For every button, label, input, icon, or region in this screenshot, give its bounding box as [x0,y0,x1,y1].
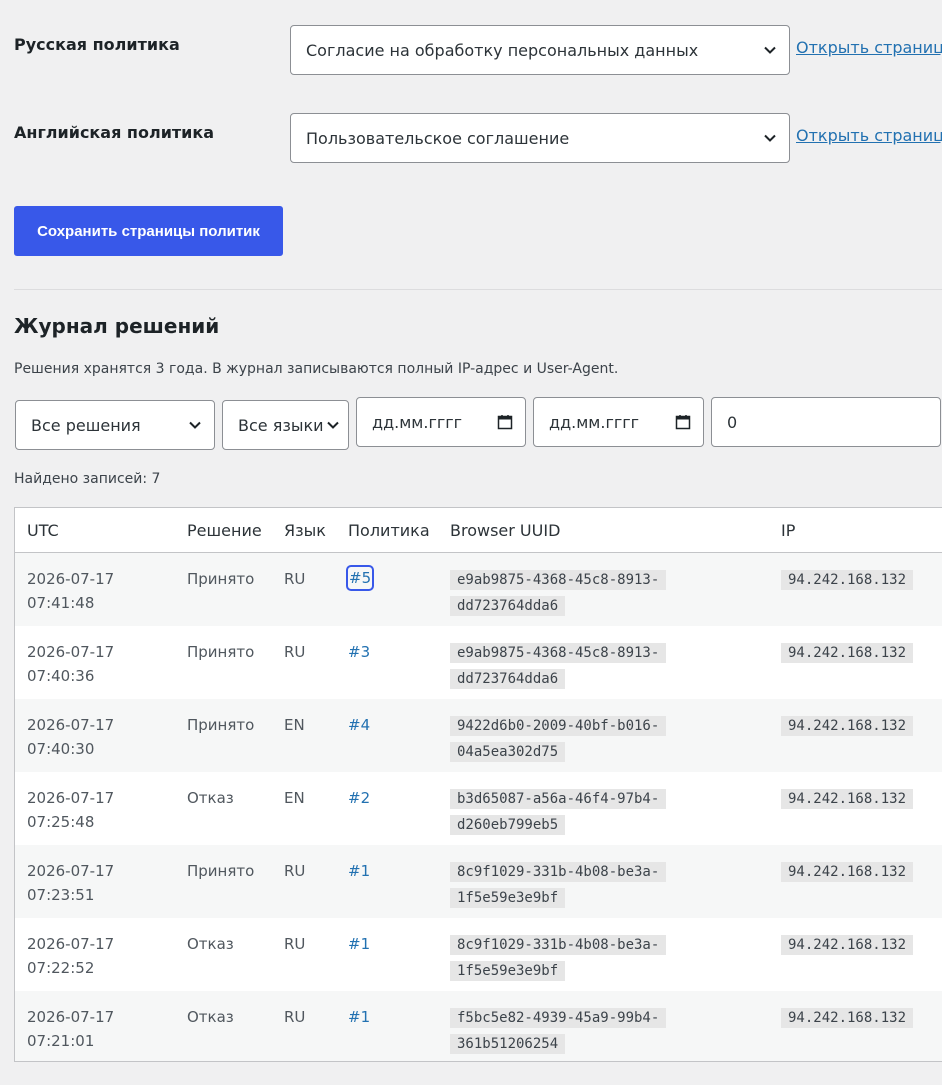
row-uuid: 8c9f1029-331b-4b08-be3a- 1f5e59e3e9bf [450,859,690,911]
row-policy-link[interactable]: #1 [348,859,370,883]
row-utc: 2026-07-17 07:25:48 [27,789,115,831]
records-count: Найдено записей: 7 [14,471,161,487]
language-filter-value: Все языки [238,415,324,435]
row-language: RU [284,1008,306,1026]
chevron-down-icon [764,46,776,54]
column-ip: IP [781,521,796,540]
ru-policy-select[interactable]: Согласие на обработку персональных данны… [290,25,790,75]
column-decision: Решение [187,521,262,540]
table-header: UTC Решение Язык Политика Browser UUID I… [15,508,942,553]
row-language: EN [284,789,305,807]
row-decision: Отказ [187,1008,234,1026]
en-policy-select-value: Пользовательское соглашение [306,128,570,148]
ru-policy-open-link[interactable]: Открыть страницу [796,38,942,57]
calendar-icon[interactable] [497,414,513,430]
date-to-input[interactable]: дд.мм.гггг [533,397,704,447]
policy-id-input[interactable]: 0 [711,397,941,447]
row-ip: 94.242.168.132 [781,1005,914,1031]
row-language: RU [284,862,306,880]
column-policy: Политика [348,521,430,540]
row-decision: Отказ [187,935,234,953]
table-row: 2026-07-17 07:40:36 Принято RU #3 e9ab987… [15,626,942,699]
decision-filter-value: Все решения [31,415,141,435]
column-browser-uuid: Browser UUID [450,521,561,540]
journal-note: Решения хранятся 3 года. В журнал записы… [14,361,619,377]
column-language: Язык [284,521,326,540]
row-policy-link[interactable]: #1 [348,932,370,956]
row-decision: Отказ [187,789,234,807]
row-policy-link[interactable]: #5 [345,565,375,591]
en-policy-label: Английская политика [14,123,215,142]
row-ip: 94.242.168.132 [781,932,914,958]
row-uuid: 9422d6b0-2009-40bf-b016- 04a5ea302d75 [450,713,690,765]
policy-id-value: 0 [727,412,738,432]
calendar-icon[interactable] [675,414,691,430]
date-to-placeholder: дд.мм.гггг [549,412,640,432]
row-utc: 2026-07-17 07:21:01 [27,1008,115,1050]
date-from-placeholder: дд.мм.гггг [372,412,463,432]
ru-policy-select-value: Согласие на обработку персональных данны… [306,40,699,60]
row-policy-link[interactable]: #2 [348,786,370,810]
en-policy-select[interactable]: Пользовательское соглашение [290,113,790,163]
row-decision: Принято [187,643,255,661]
row-ip: 94.242.168.132 [781,859,914,885]
table-row: 2026-07-17 07:41:48 Принято RU #5 e9ab987… [15,553,942,626]
column-utc: UTC [27,521,59,540]
decision-filter-select[interactable]: Все решения [15,400,215,450]
row-language: EN [284,716,305,734]
row-language: RU [284,570,306,588]
table-row: 2026-07-17 07:21:01 Отказ RU #1 f5bc5e82-… [15,991,942,1061]
row-utc: 2026-07-17 07:40:30 [27,716,115,758]
row-uuid: b3d65087-a56a-46f4-97b4- d260eb799eb5 [450,786,690,838]
row-ip: 94.242.168.132 [781,640,914,666]
table-row: 2026-07-17 07:23:51 Принято RU #1 8c9f102… [15,845,942,918]
table-row: 2026-07-17 07:22:52 Отказ RU #1 8c9f1029-… [15,918,942,991]
row-language: RU [284,643,306,661]
chevron-down-icon [327,421,339,429]
table-row: 2026-07-17 07:25:48 Отказ EN #2 b3d65087-… [15,772,942,845]
ru-policy-label: Русская политика [14,35,180,54]
row-policy-link[interactable]: #3 [348,640,370,664]
row-utc: 2026-07-17 07:23:51 [27,862,115,904]
section-divider [14,289,942,290]
row-ip: 94.242.168.132 [781,713,914,739]
decisions-table: UTC Решение Язык Политика Browser UUID I… [14,507,942,1062]
row-language: RU [284,935,306,953]
row-ip: 94.242.168.132 [781,786,914,812]
row-uuid: 8c9f1029-331b-4b08-be3a- 1f5e59e3e9bf [450,932,690,984]
row-utc: 2026-07-17 07:41:48 [27,570,115,612]
row-decision: Принято [187,862,255,880]
chevron-down-icon [189,421,201,429]
save-policies-button[interactable]: Сохранить страницы политик [14,206,283,256]
row-uuid: e9ab9875-4368-45c8-8913- dd723764dda6 [450,640,690,692]
row-uuid: e9ab9875-4368-45c8-8913- dd723764dda6 [450,567,690,619]
en-policy-open-link[interactable]: Открыть страницу [796,126,942,145]
row-decision: Принято [187,570,255,588]
date-from-input[interactable]: дд.мм.гггг [356,397,526,447]
table-row: 2026-07-17 07:40:30 Принято EN #4 9422d6b… [15,699,942,772]
row-decision: Принято [187,716,255,734]
row-policy-link[interactable]: #1 [348,1005,370,1029]
row-utc: 2026-07-17 07:22:52 [27,935,115,977]
journal-title: Журнал решений [14,314,220,338]
language-filter-select[interactable]: Все языки [222,400,349,450]
row-utc: 2026-07-17 07:40:36 [27,643,115,685]
row-policy-link[interactable]: #4 [348,713,370,737]
row-uuid: f5bc5e82-4939-45a9-99b4- 361b51206254 [450,1005,690,1057]
chevron-down-icon [764,134,776,142]
row-ip: 94.242.168.132 [781,567,914,593]
